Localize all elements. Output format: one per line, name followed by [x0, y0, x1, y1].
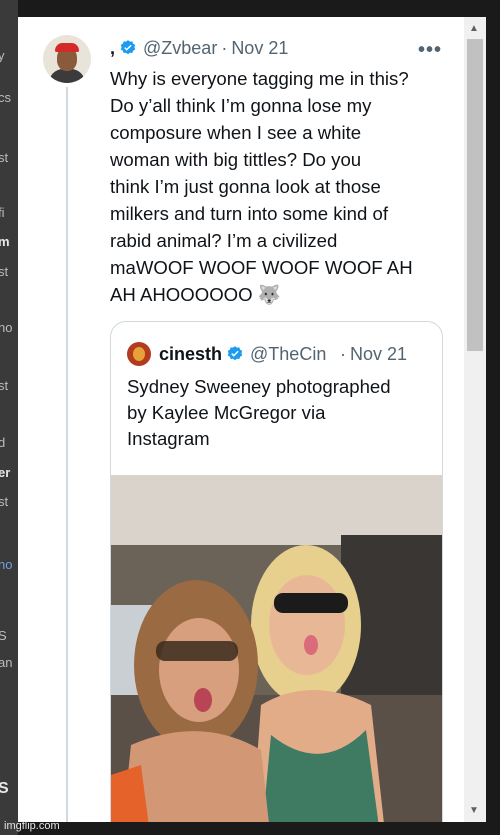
bg-fragment: no — [0, 557, 13, 572]
quoted-photo[interactable] — [111, 475, 442, 822]
background-page-strip: y cs st fi m st no st d er st no S an S — [0, 0, 18, 835]
timestamp[interactable]: Nov 21 — [231, 38, 288, 59]
scroll-up-icon[interactable]: ▲ — [469, 23, 479, 34]
bg-fragment: no — [0, 320, 13, 335]
quoted-header: cinesth @TheCin · Nov 21 — [159, 342, 407, 366]
bg-fragment: d — [0, 435, 6, 450]
tweet-header: , @Zvbear · Nov 21 — [110, 37, 288, 59]
bg-fragment: m — [0, 234, 10, 249]
separator: · — [340, 343, 347, 364]
tweet-panel: , @Zvbear · Nov 21 ••• Why is everyone t… — [18, 17, 486, 822]
bg-fragment: st — [0, 494, 9, 509]
bg-fragment: an — [0, 655, 13, 670]
scrollbar[interactable]: ▲ ▼ — [464, 17, 486, 822]
watermark: imgflip.com — [4, 820, 60, 832]
bg-fragment: st — [0, 264, 9, 279]
bg-fragment: fi — [0, 205, 5, 220]
quoted-display-name: cinesth — [159, 343, 223, 364]
verified-badge-icon — [227, 346, 243, 361]
more-options-icon[interactable]: ••• — [418, 39, 442, 62]
quoted-timestamp: Nov 21 — [350, 343, 408, 364]
bg-fragment: cs — [0, 90, 11, 105]
bg-fragment: y — [0, 48, 5, 63]
verified-badge-icon — [120, 40, 136, 55]
scroll-down-icon[interactable]: ▼ — [469, 805, 479, 816]
bg-fragment: st — [0, 150, 9, 165]
quoted-tweet[interactable]: cinesth @TheCin · Nov 21 Sydney Sweeney … — [110, 321, 443, 822]
quoted-handle: @TheCin — [250, 343, 327, 364]
handle[interactable]: @Zvbear — [143, 38, 217, 59]
bg-fragment: er — [0, 465, 11, 480]
scrollbar-thumb[interactable] — [467, 39, 483, 351]
display-name[interactable]: , — [110, 38, 115, 59]
separator: · — [221, 37, 228, 58]
bg-fragment: S — [0, 780, 9, 797]
quoted-avatar — [127, 342, 151, 366]
bg-fragment: st — [0, 378, 9, 393]
tweet-text: Why is everyone tagging me in this? Do y… — [110, 68, 413, 305]
quoted-text: Sydney Sweeney photographed by Kaylee Mc… — [127, 376, 391, 449]
bg-fragment: S — [0, 628, 7, 643]
avatar[interactable] — [43, 35, 91, 83]
thread-line — [66, 87, 68, 822]
